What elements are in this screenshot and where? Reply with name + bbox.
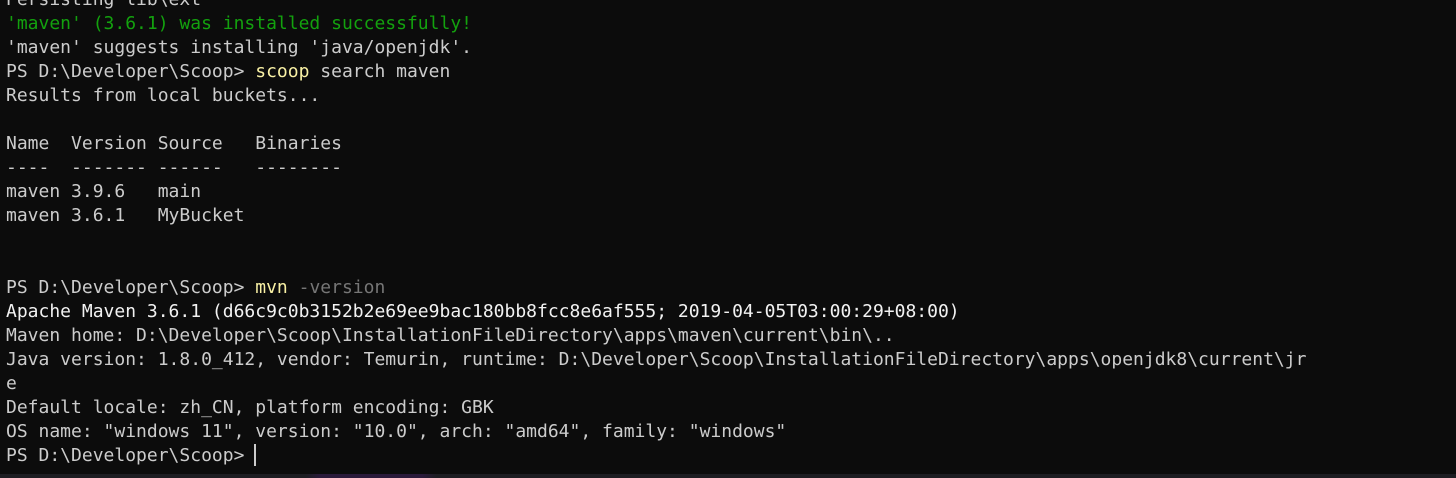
command-name: mvn (255, 277, 288, 298)
output-line: Apache Maven 3.6.1 (d66c9c0b3152b2e69ee9… (6, 300, 1306, 324)
output-line: OS name: "windows 11", version: "10.0", … (6, 420, 1306, 444)
output-text: 'maven' suggests installing 'java/openjd… (6, 37, 472, 58)
output-text: ---- ------- ------ -------- (6, 157, 342, 178)
output-text: maven 3.9.6 main (6, 181, 202, 202)
output-line: 'maven' suggests installing 'java/openjd… (6, 36, 1306, 60)
output-text: Java version: 1.8.0_412, vendor: Temurin… (6, 349, 1307, 370)
output-text: PS D:\Developer\Scoop> (6, 277, 256, 298)
output-text: Name Version Source Binaries (6, 133, 342, 154)
output-text: Default locale: zh_CN, platform encoding… (6, 397, 494, 418)
output-line: Name Version Source Binaries (6, 132, 1306, 156)
output-line: Default locale: zh_CN, platform encoding… (6, 396, 1306, 420)
output-text: 'maven' (3.6.1) was installed successful… (6, 13, 472, 34)
output-line: maven 3.9.6 main (6, 180, 1306, 204)
output-line: 'maven' (3.6.1) was installed successful… (6, 12, 1306, 36)
output-line: ---- ------- ------ -------- (6, 156, 1306, 180)
command-argument: -version (287, 277, 386, 298)
output-line: maven 3.6.1 MyBucket (6, 204, 1306, 228)
output-line: Persisting lib\ext (6, 0, 1306, 12)
taskbar-strip (0, 474, 1456, 478)
output-line: Java version: 1.8.0_412, vendor: Temurin… (6, 348, 1306, 372)
terminal-window[interactable]: Persisting lib\ext 'maven' (3.6.1) was in… (0, 0, 1456, 478)
terminal-output: Persisting lib\ext 'maven' (3.6.1) was in… (6, 0, 1306, 468)
output-line: Results from local buckets... (6, 84, 1306, 108)
output-text: Apache Maven 3.6.1 (d66c9c0b3152b2e69ee9… (6, 301, 960, 322)
output-text: OS name: "windows 11", version: "10.0", … (6, 421, 787, 442)
output-text: maven 3.6.1 MyBucket (6, 205, 245, 226)
output-text: Persisting lib\ext (6, 0, 201, 10)
output-text: PS D:\Developer\Scoop> (6, 61, 256, 82)
output-text: Results from local buckets... (6, 85, 321, 106)
output-text: search maven (309, 61, 451, 82)
command-name: scoop (255, 61, 310, 82)
output-text: e (6, 373, 17, 394)
output-line: PS D:\Developer\Scoop> scoop search mave… (6, 60, 1306, 84)
output-text: Maven home: D:\Developer\Scoop\Installat… (6, 325, 895, 346)
output-text: PS D:\Developer\Scoop> (6, 445, 245, 466)
prompt-line[interactable]: PS D:\Developer\Scoop> (6, 444, 1306, 468)
output-line: e (6, 372, 1306, 396)
text-cursor (254, 444, 257, 466)
output-line: Maven home: D:\Developer\Scoop\Installat… (6, 324, 1306, 348)
output-line: PS D:\Developer\Scoop> mvn -version (6, 276, 1306, 300)
